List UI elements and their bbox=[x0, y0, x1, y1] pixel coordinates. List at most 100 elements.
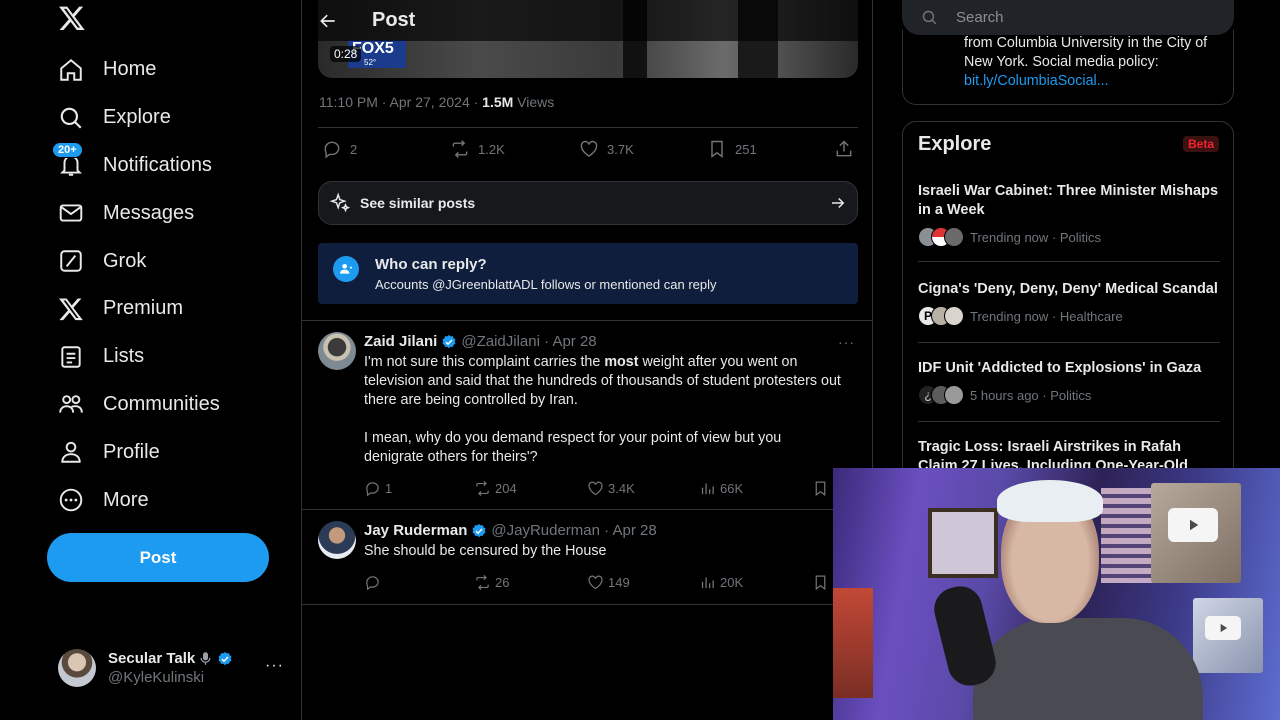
share-button[interactable] bbox=[834, 139, 862, 159]
post-actions: 2 1.2K 3.7K 251 bbox=[318, 139, 858, 163]
primary-nav: Home Explore 20+ Notifications Messages bbox=[52, 46, 220, 524]
main-column: FOX5 52° 0:28 Post 11:10 PM · Apr 27, 20… bbox=[301, 0, 873, 720]
explore-panel: Explore Beta Israeli War Cabinet: Three … bbox=[902, 121, 1234, 501]
x-logo-icon[interactable] bbox=[58, 4, 86, 32]
bookmark-icon bbox=[815, 481, 826, 497]
page-title: Post bbox=[372, 9, 416, 31]
bookmark-button[interactable] bbox=[812, 574, 833, 591]
heart-icon bbox=[588, 481, 603, 496]
account-handle: @KyleKulinski bbox=[108, 669, 205, 686]
microphone-icon bbox=[198, 651, 213, 666]
reply-button[interactable]: 1 bbox=[364, 480, 392, 497]
like-count: 3.4K bbox=[608, 481, 635, 496]
nav-messages[interactable]: Messages bbox=[58, 189, 220, 237]
divider bbox=[918, 421, 1220, 422]
account-switcher[interactable]: Secular Talk @KyleKulinski ··· bbox=[58, 647, 288, 689]
views-button[interactable]: 20K bbox=[699, 574, 743, 591]
who-can-reply-notice: Who can reply? Accounts @JGreenblattADL … bbox=[318, 243, 858, 304]
bookmark-button[interactable] bbox=[812, 480, 833, 497]
video-duration: 0:28 bbox=[330, 46, 362, 62]
account-more-icon[interactable]: ··· bbox=[265, 657, 284, 675]
bio-text: from Columbia University in the City of … bbox=[964, 34, 1229, 91]
see-similar-posts-label: See similar posts bbox=[360, 195, 476, 211]
nav-grok[interactable]: Grok bbox=[58, 237, 220, 285]
bell-icon: 20+ bbox=[52, 142, 84, 178]
post-button[interactable]: Post bbox=[47, 533, 269, 582]
explore-title: Explore bbox=[918, 133, 992, 155]
trend-title: IDF Unit 'Addicted to Explosions' in Gaz… bbox=[918, 360, 1202, 376]
trend-meta-row: ¿ 5 hours ago · Politics bbox=[918, 385, 1223, 405]
bookmark-button[interactable]: 251 bbox=[707, 139, 757, 159]
repost-button[interactable]: 1.2K bbox=[450, 139, 505, 159]
reply-tweet[interactable]: Zaid Jilani @ZaidJilani · Apr 28 ··· I'm… bbox=[302, 321, 872, 509]
repost-count: 1.2K bbox=[478, 141, 505, 157]
views-button[interactable]: 66K bbox=[699, 480, 743, 497]
trend-avatars bbox=[918, 227, 964, 247]
search-input[interactable] bbox=[956, 9, 1216, 26]
nav-more[interactable]: More bbox=[58, 476, 220, 524]
reply-count: 1 bbox=[385, 481, 393, 496]
avatar bbox=[58, 649, 96, 687]
reply-author-name[interactable]: Zaid Jilani bbox=[364, 333, 437, 350]
repost-button[interactable]: 26 bbox=[474, 574, 509, 591]
views-count: 1.5M bbox=[482, 94, 514, 110]
reply-icon bbox=[324, 141, 340, 159]
back-arrow-icon[interactable] bbox=[318, 11, 338, 31]
reply-handle-date[interactable]: @JayRuderman · Apr 28 bbox=[491, 522, 656, 539]
bio-link[interactable]: bit.ly/ColumbiaSocial... bbox=[964, 73, 1109, 89]
reply-text-bold: most bbox=[604, 354, 639, 370]
trend-item[interactable]: Cigna's 'Deny, Deny, Deny' Medical Scand… bbox=[918, 280, 1223, 326]
search-bar[interactable] bbox=[902, 0, 1234, 35]
see-similar-posts-button[interactable]: See similar posts bbox=[318, 181, 858, 225]
person-hair bbox=[997, 480, 1103, 522]
reply-header: Jay Ruderman @JayRuderman · Apr 28 bbox=[364, 522, 657, 539]
reply-button[interactable] bbox=[364, 574, 385, 591]
bio-description: from Columbia University in the City of … bbox=[964, 35, 1208, 70]
reply-actions: 1 204 3.4K 66K bbox=[364, 480, 834, 498]
reply-tweet[interactable]: Jay Ruderman @JayRuderman · Apr 28 She s… bbox=[302, 510, 872, 604]
nav-notifications[interactable]: 20+ Notifications bbox=[52, 142, 220, 190]
search-icon bbox=[922, 10, 937, 25]
reply-button[interactable]: 2 bbox=[322, 139, 357, 159]
trend-meta-row: P Trending now · Healthcare bbox=[918, 306, 1223, 326]
bookmark-icon bbox=[711, 140, 723, 158]
like-button[interactable]: 3.7K bbox=[579, 139, 634, 159]
nav-explore[interactable]: Explore bbox=[58, 94, 220, 142]
envelope-icon bbox=[58, 200, 84, 226]
person-icon bbox=[58, 439, 84, 465]
reply-text: She should be censured by the House bbox=[364, 543, 607, 559]
avatar[interactable] bbox=[318, 332, 356, 370]
trend-item[interactable]: Israeli War Cabinet: Three Minister Mish… bbox=[918, 182, 1223, 247]
trend-item[interactable]: IDF Unit 'Addicted to Explosions' in Gaz… bbox=[918, 359, 1223, 405]
like-count: 3.7K bbox=[607, 141, 634, 157]
reply-handle-date[interactable]: @ZaidJilani · Apr 28 bbox=[461, 333, 596, 350]
like-button[interactable]: 3.4K bbox=[587, 480, 635, 497]
nav-home[interactable]: Home bbox=[58, 46, 220, 94]
video-weather: 52° bbox=[362, 58, 379, 67]
post-timestamp: 11:10 PM · Apr 27, 2024 · 1.5M Views bbox=[319, 94, 554, 110]
account-name-row: Secular Talk bbox=[108, 650, 233, 667]
play-button-icon bbox=[1205, 616, 1241, 640]
repost-button[interactable]: 204 bbox=[474, 480, 517, 497]
trend-title: Israeli War Cabinet: Three Minister Mish… bbox=[918, 183, 1219, 218]
avatar[interactable] bbox=[318, 521, 356, 559]
verified-badge-icon bbox=[218, 651, 232, 665]
reply-author-name[interactable]: Jay Ruderman bbox=[364, 522, 467, 539]
heart-icon bbox=[580, 140, 598, 157]
nav-communities[interactable]: Communities bbox=[58, 381, 220, 429]
like-button[interactable]: 149 bbox=[587, 574, 630, 591]
grok-icon bbox=[58, 248, 84, 274]
notification-count-badge: 20+ bbox=[52, 142, 83, 159]
nav-more-label: More bbox=[103, 488, 149, 511]
home-icon bbox=[58, 57, 84, 83]
nav-profile[interactable]: Profile bbox=[58, 428, 220, 476]
divider bbox=[918, 261, 1220, 262]
account-name: Secular Talk bbox=[108, 650, 196, 667]
sparkle-icon bbox=[329, 192, 351, 213]
nav-lists[interactable]: Lists bbox=[58, 333, 220, 381]
bar-chart-icon bbox=[701, 483, 714, 495]
share-icon bbox=[836, 140, 852, 157]
nav-premium[interactable]: Premium bbox=[58, 285, 220, 333]
more-options-icon[interactable]: ··· bbox=[838, 334, 855, 350]
timestamp-text[interactable]: 11:10 PM · Apr 27, 2024 · bbox=[319, 94, 482, 110]
